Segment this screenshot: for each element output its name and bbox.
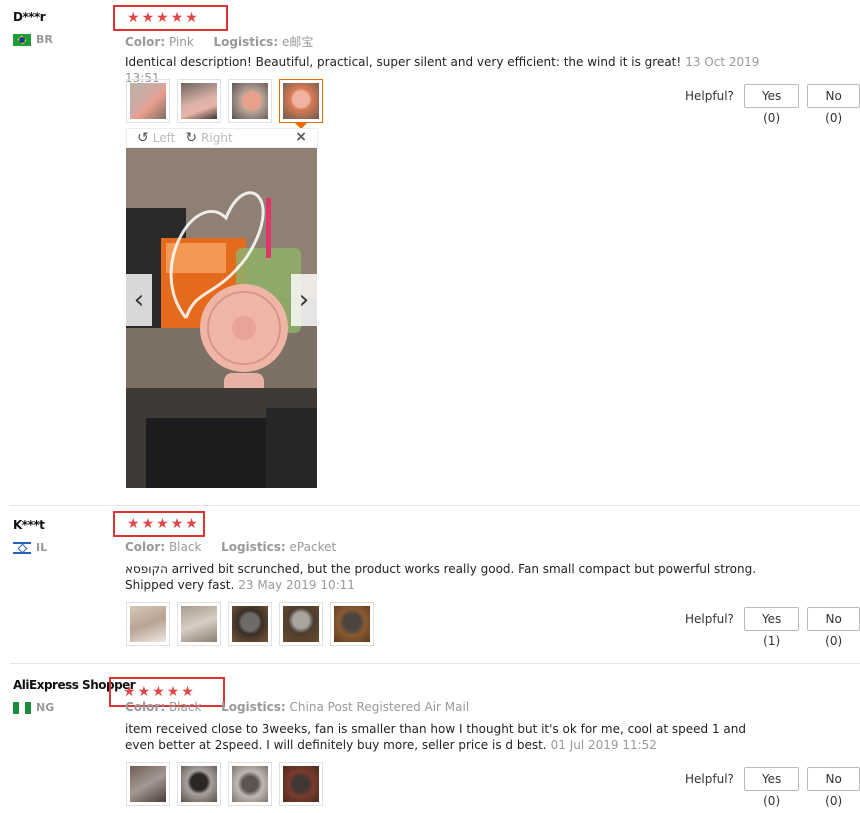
star-icon: ★ bbox=[123, 684, 136, 700]
review-date: 23 May 2019 10:11 bbox=[238, 578, 355, 592]
star-icon: ★ bbox=[185, 516, 198, 532]
helpful-label: Helpful? bbox=[685, 89, 734, 103]
review-text: item received close to 3weeks, fan is sm… bbox=[125, 721, 765, 753]
photo-thumbnail[interactable] bbox=[177, 602, 221, 646]
helpful-no-button[interactable]: No (0) bbox=[807, 607, 860, 648]
helpful-label: Helpful? bbox=[685, 612, 734, 626]
photo-thumbnail[interactable] bbox=[126, 602, 170, 646]
review-divider bbox=[10, 663, 860, 664]
photo-thumbnail[interactable] bbox=[126, 79, 170, 123]
color-label: Color: bbox=[125, 35, 166, 49]
logistics-value: e邮宝 bbox=[281, 35, 314, 49]
photo-thumbnail[interactable] bbox=[177, 762, 221, 806]
star-icon: ★ bbox=[156, 10, 169, 26]
star-rating: ★ ★ ★ ★ ★ bbox=[113, 511, 205, 537]
star-icon: ★ bbox=[166, 684, 180, 700]
star-icon: ★ bbox=[170, 10, 184, 26]
photo-thumbnail[interactable] bbox=[126, 762, 170, 806]
helpful-no-button[interactable]: No (0) bbox=[807, 767, 860, 808]
flag-nigeria-icon bbox=[13, 701, 31, 714]
rotate-left-icon: ↺ bbox=[137, 130, 149, 146]
chevron-right-icon: › bbox=[298, 285, 310, 315]
rotate-left-button[interactable]: ↺ Left bbox=[137, 130, 175, 146]
country-code: IL bbox=[36, 541, 48, 554]
photo-thumbnail[interactable] bbox=[177, 79, 221, 123]
star-icon: ★ bbox=[181, 684, 194, 700]
star-icon: ★ bbox=[137, 684, 151, 700]
helpful-yes-button[interactable]: Yes (0) bbox=[743, 84, 800, 125]
logistics-label: Logistics: bbox=[221, 700, 286, 714]
star-icon: ★ bbox=[127, 516, 140, 532]
reviewer-name: K***t bbox=[13, 518, 45, 532]
star-icon: ★ bbox=[185, 10, 198, 26]
star-icon: ★ bbox=[127, 10, 140, 26]
photo-thumbnail[interactable] bbox=[330, 602, 374, 646]
photo-thumbnail[interactable] bbox=[279, 602, 323, 646]
rotate-right-icon: ↻ bbox=[185, 130, 198, 146]
logistics-label: Logistics: bbox=[213, 35, 279, 49]
reviewer-name: D***r bbox=[13, 10, 46, 24]
review-text: הקופסא arrived bit scrunched, but the pr… bbox=[125, 561, 765, 593]
review-date: 01 Jul 2019 11:52 bbox=[550, 738, 657, 752]
image-viewer-photo: ‹ › bbox=[126, 148, 317, 488]
photo-thumbnail[interactable] bbox=[228, 79, 272, 123]
color-label: Color: bbox=[125, 540, 166, 554]
country-code: BR bbox=[36, 33, 53, 46]
logistics-value: China Post Registered Air Mail bbox=[289, 700, 470, 714]
logistics-value: ePacket bbox=[289, 540, 337, 554]
logistics-label: Logistics: bbox=[221, 540, 286, 554]
color-value: Black bbox=[168, 700, 202, 714]
image-viewer-toolbar: ↺ Left ↻ Right × bbox=[126, 128, 318, 148]
review-meta: Color: Pink Logistics: e邮宝 bbox=[125, 33, 313, 50]
helpful-yes-button[interactable]: Yes (1) bbox=[743, 607, 800, 648]
country-code: NG bbox=[36, 701, 55, 714]
star-icon: ★ bbox=[141, 10, 155, 26]
photo-thumbnail[interactable] bbox=[228, 602, 272, 646]
rotate-right-button[interactable]: ↻ Right bbox=[185, 130, 232, 146]
helpful-vote: Helpful? Yes (1) No (0) bbox=[685, 607, 860, 648]
helpful-vote: Helpful? Yes (0) No (0) bbox=[685, 767, 860, 808]
star-icon: ★ bbox=[141, 516, 155, 532]
next-photo-button[interactable]: › bbox=[291, 274, 317, 326]
comment-body: Identical description! Beautiful, practi… bbox=[125, 55, 682, 69]
fan-photo bbox=[126, 148, 317, 488]
comment-body: הקופסא arrived bit scrunched, but the pr… bbox=[125, 562, 757, 592]
review-meta: Color: Black Logistics: China Post Regis… bbox=[125, 700, 469, 714]
flag-brazil-icon bbox=[13, 33, 31, 46]
photo-thumbnail[interactable] bbox=[279, 762, 323, 806]
star-icon: ★ bbox=[152, 684, 165, 700]
chevron-left-icon: ‹ bbox=[133, 285, 145, 315]
photo-thumbnail-active[interactable] bbox=[279, 79, 323, 129]
review-meta: Color: Black Logistics: ePacket bbox=[125, 540, 336, 554]
helpful-vote: Helpful? Yes (0) No (0) bbox=[685, 84, 860, 125]
photo-thumbnail[interactable] bbox=[228, 762, 272, 806]
review-divider bbox=[10, 505, 860, 506]
color-value: Black bbox=[168, 540, 202, 554]
review-photos bbox=[126, 602, 381, 646]
color-label: Color: bbox=[125, 700, 166, 714]
star-icon: ★ bbox=[170, 516, 184, 532]
helpful-yes-button[interactable]: Yes (0) bbox=[743, 767, 800, 808]
flag-israel-icon bbox=[13, 541, 31, 554]
reviewer-country: NG bbox=[13, 701, 54, 714]
prev-photo-button[interactable]: ‹ bbox=[126, 274, 152, 326]
helpful-label: Helpful? bbox=[685, 772, 734, 786]
reviewer-country: IL bbox=[13, 541, 47, 554]
star-rating: ★ ★ ★ ★ ★ bbox=[113, 5, 228, 31]
close-viewer-icon[interactable]: × bbox=[295, 129, 307, 145]
review-photos bbox=[126, 79, 330, 129]
helpful-no-button[interactable]: No (0) bbox=[807, 84, 860, 125]
reviewer-country: BR bbox=[13, 33, 53, 46]
review-photos bbox=[126, 762, 330, 806]
star-icon: ★ bbox=[156, 516, 169, 532]
color-value: Pink bbox=[168, 35, 194, 49]
